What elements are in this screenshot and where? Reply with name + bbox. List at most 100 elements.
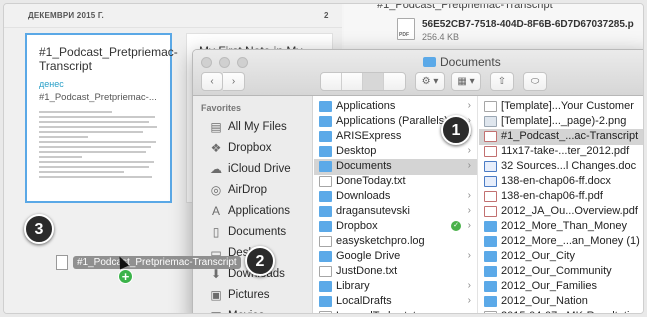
file-row[interactable]: LoggedToday.txt xyxy=(314,309,477,313)
zoom-window-button[interactable] xyxy=(237,57,248,68)
note-count: 2 xyxy=(324,11,329,20)
file-row[interactable]: JustDone.txt xyxy=(314,264,477,280)
file-row[interactable]: [Template]...Your Customer xyxy=(479,99,643,115)
file-row[interactable]: 2012_Our_City xyxy=(479,249,643,265)
file-row[interactable]: 2012_Our_Families xyxy=(479,279,643,295)
copy-plus-icon: + xyxy=(118,269,133,284)
file-row[interactable]: 2012_Our_Nation xyxy=(479,294,643,310)
file-row[interactable]: 138-en-chap06-ff.pdf xyxy=(479,189,643,205)
all-files-icon: ▤ xyxy=(210,120,222,134)
file-row[interactable]: 11x17-take-...ter_2012.pdf xyxy=(479,144,643,160)
file-row[interactable]: 32 Sources...l Changes.doc xyxy=(479,159,643,175)
share-button[interactable]: ⇧ xyxy=(490,72,514,91)
file-row[interactable]: 2015-04-07...MK-Rezultati xyxy=(479,309,643,313)
sidebar-item-applications[interactable]: A Applications xyxy=(193,201,313,222)
dropbox-icon: ❖ xyxy=(210,141,222,155)
file-row[interactable]: 2012_Our_Community xyxy=(479,264,643,280)
file-row[interactable]: DoneToday.txt xyxy=(314,174,477,190)
sidebar-item-label: Movies xyxy=(228,310,264,313)
chevron-right-icon: › xyxy=(467,250,471,261)
tag-button[interactable]: ⬭ xyxy=(523,72,547,91)
folder-icon xyxy=(484,236,497,247)
attachment-filename[interactable]: 56E52CB7-7518-404D-8F6B-6D7D67037285.p xyxy=(422,19,634,30)
finder-column-documents: [Template]...Your Customer [Template]..._… xyxy=(479,96,643,313)
file-row[interactable]: LocalDrafts › xyxy=(314,294,477,310)
folder-icon xyxy=(319,206,332,217)
file-row[interactable]: Google Drive › xyxy=(314,249,477,265)
back-button[interactable]: ‹ xyxy=(201,72,223,91)
sidebar-item-movies[interactable]: ▦ Movies xyxy=(193,306,313,313)
close-window-button[interactable] xyxy=(201,57,212,68)
file-row[interactable]: 2012_JA_Ou...Overview.pdf xyxy=(479,204,643,220)
folder-icon xyxy=(319,191,332,202)
file-row[interactable]: 138-en-chap06-ff.docx xyxy=(479,174,643,190)
forward-button[interactable]: › xyxy=(223,72,245,91)
file-row[interactable]: Applications › xyxy=(314,99,477,115)
airdrop-icon: ◎ xyxy=(210,183,222,197)
sidebar-item-documents[interactable]: ▯ Documents xyxy=(193,222,313,243)
pdf-icon-label: PDF xyxy=(399,32,409,38)
file-name: 2012_JA_Ou...Overview.pdf xyxy=(501,205,638,217)
img-file-icon xyxy=(484,116,497,127)
sidebar-item-all-my-files[interactable]: ▤ All My Files xyxy=(193,117,313,138)
sidebar-item-dropbox[interactable]: ❖ Dropbox xyxy=(193,138,313,159)
file-name: LoggedToday.txt xyxy=(336,310,416,313)
sidebar-item-pictures[interactable]: ▣ Pictures xyxy=(193,285,313,306)
word-file-icon xyxy=(484,176,497,187)
file-row[interactable]: Dropbox ✓ › xyxy=(314,219,477,235)
file-row[interactable]: 2012_More_Than_Money xyxy=(479,219,643,235)
file-name: LocalDrafts xyxy=(336,295,392,307)
folder-icon xyxy=(484,266,497,277)
file-name: 138-en-chap06-ff.pdf xyxy=(501,190,603,202)
arrange-menu-button[interactable]: ▦ ▾ xyxy=(451,72,481,91)
file-name: 138-en-chap06-ff.docx xyxy=(501,175,611,187)
pdf-file-icon[interactable]: PDF xyxy=(397,18,415,40)
cloud-icon: ☁ xyxy=(210,162,222,176)
cover-flow-view-icon[interactable] xyxy=(384,73,405,90)
note-editor-title: #1_Podcast_Pretpriemac-Transcript xyxy=(377,3,553,11)
file-name: 32 Sources...l Changes.doc xyxy=(501,160,637,172)
view-mode-control[interactable] xyxy=(320,72,406,91)
file-row[interactable]: dragansutevski › xyxy=(314,204,477,220)
column-view-icon[interactable] xyxy=(363,73,384,90)
file-row[interactable]: [Template]..._page)-2.png xyxy=(479,114,643,130)
sync-status-icon: ✓ xyxy=(451,221,461,231)
file-row[interactable]: Library › xyxy=(314,279,477,295)
action-menu-button[interactable]: ⚙ ▾ xyxy=(415,72,445,91)
window-title: Documents xyxy=(423,55,501,69)
file-name: dragansutevski xyxy=(336,205,410,217)
file-row-selected[interactable]: #1_Podcast_...ac-Transcript xyxy=(479,129,643,145)
chevron-right-icon: › xyxy=(467,190,471,201)
file-row[interactable]: 2012_More_...an_Money (1) xyxy=(479,234,643,250)
pdf-file-icon xyxy=(484,131,497,142)
file-row[interactable]: easysketchpro.log xyxy=(314,234,477,250)
folder-icon xyxy=(319,116,332,127)
icon-view-icon[interactable] xyxy=(321,73,342,90)
sidebar-item-label: iCloud Drive xyxy=(228,163,291,175)
sidebar-item-airdrop[interactable]: ◎ AirDrop xyxy=(193,180,313,201)
file-row[interactable]: Desktop › xyxy=(314,144,477,160)
file-name: Documents xyxy=(336,160,392,172)
file-name: 2012_More_...an_Money (1) xyxy=(501,235,640,247)
chevron-right-icon: › xyxy=(467,100,471,111)
chevron-right-icon: › xyxy=(467,205,471,216)
file-row[interactable]: Downloads › xyxy=(314,189,477,205)
sidebar-item-label: Documents xyxy=(228,226,287,238)
folder-icon xyxy=(319,131,332,142)
file-name: ARISExpress xyxy=(336,130,402,142)
file-name: 2012_Our_Nation xyxy=(501,295,588,307)
list-view-icon[interactable] xyxy=(342,73,363,90)
folder-icon xyxy=(319,161,332,172)
chevron-right-icon: › xyxy=(467,145,471,156)
file-name: Google Drive xyxy=(336,250,401,262)
file-name: 2012_Our_Families xyxy=(501,280,597,292)
note-date: денес xyxy=(39,79,64,89)
folder-icon xyxy=(319,221,332,232)
pictures-icon: ▣ xyxy=(210,288,222,302)
note-card-selected[interactable]: #1_Podcast_Pretpriemac-Transcript денес … xyxy=(25,33,178,203)
sidebar-item-label: Applications xyxy=(228,205,291,217)
sidebar-item-label: All My Files xyxy=(228,121,287,133)
file-row-selected[interactable]: Documents › xyxy=(314,159,477,175)
minimize-window-button[interactable] xyxy=(219,57,230,68)
sidebar-item-icloud-drive[interactable]: ☁ iCloud Drive xyxy=(193,159,313,180)
